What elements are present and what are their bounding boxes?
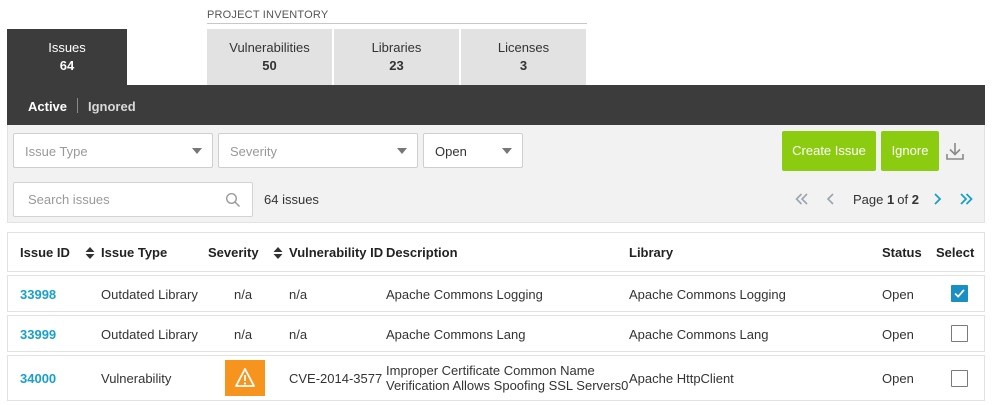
tab-issues-count: 64 xyxy=(59,58,75,73)
severity-value: n/a xyxy=(234,287,253,302)
table-row: 33998 Outdated Library n/a n/a Apache Co… xyxy=(7,275,985,312)
header-description[interactable]: Description xyxy=(386,245,458,260)
subtab-active[interactable]: Active xyxy=(28,99,67,114)
issue-id-link[interactable]: 33999 xyxy=(20,327,56,342)
select-checkbox[interactable] xyxy=(951,325,968,342)
vulnerability-id: n/a xyxy=(289,287,308,302)
search-input[interactable] xyxy=(15,184,220,215)
tab-vulnerabilities-count: 50 xyxy=(262,58,277,73)
chevron-down-icon xyxy=(397,148,407,154)
ignore-button[interactable]: Ignore xyxy=(881,131,939,171)
header-library[interactable]: Library xyxy=(629,245,673,260)
status: Open xyxy=(882,371,914,386)
tab-licenses[interactable]: Licenses 3 xyxy=(461,29,586,85)
vulnerability-id: CVE-2014-3577 xyxy=(289,371,383,386)
select-checkbox[interactable] xyxy=(951,285,968,302)
tab-licenses-count: 3 xyxy=(519,58,528,73)
double-chevron-right-icon[interactable] xyxy=(957,190,975,208)
severity-warning-badge xyxy=(225,360,265,396)
description-line-2: Verification Allows Spoofing SSL Servers… xyxy=(386,378,629,393)
header-issue-id[interactable]: Issue ID xyxy=(20,245,70,260)
chevron-left-icon[interactable] xyxy=(822,190,840,208)
issue-type-select[interactable]: Issue Type xyxy=(13,133,213,168)
issue-id-link[interactable]: 34000 xyxy=(20,371,56,386)
page-indicator: Page 1 of 2 xyxy=(853,192,919,207)
chevron-down-icon xyxy=(502,148,512,154)
issue-type-placeholder: Issue Type xyxy=(25,144,88,159)
search-icon[interactable] xyxy=(225,192,241,208)
issue-type: Vulnerability xyxy=(101,371,172,386)
tab-issues[interactable]: Issues 64 xyxy=(7,29,127,85)
current-page: 1 xyxy=(887,192,895,207)
vulnerability-id: n/a xyxy=(289,327,308,342)
project-inventory-title: PROJECT INVENTORY xyxy=(207,9,587,24)
download-icon[interactable] xyxy=(943,139,967,163)
warning-icon xyxy=(235,368,255,387)
header-status[interactable]: Status xyxy=(882,245,922,260)
tab-vulnerabilities[interactable]: Vulnerabilities 50 xyxy=(207,29,332,85)
header-issue-type[interactable]: Issue Type xyxy=(101,245,167,260)
tab-licenses-label: Licenses xyxy=(497,40,550,55)
issue-id-link[interactable]: 33998 xyxy=(20,287,56,302)
status-select-value: Open xyxy=(435,144,467,159)
tab-libraries-count: 23 xyxy=(389,58,404,73)
chevron-right-icon[interactable] xyxy=(928,190,946,208)
double-chevron-left-icon[interactable] xyxy=(793,190,811,208)
library: Apache Commons Lang xyxy=(629,327,769,342)
tab-libraries[interactable]: Libraries 23 xyxy=(334,29,459,85)
header-select: Select xyxy=(936,245,975,260)
tab-libraries-label: Libraries xyxy=(371,40,422,55)
page-prefix: Page xyxy=(853,192,884,207)
severity-value: n/a xyxy=(234,327,253,342)
subtab-divider xyxy=(77,98,78,113)
create-issue-button[interactable]: Create Issue xyxy=(782,131,876,171)
table-header: Issue ID Issue Type Severity Vulnerabili… xyxy=(7,232,985,272)
header-vulnerability-id[interactable]: Vulnerability ID xyxy=(289,245,383,260)
description-line-1: Improper Certificate Common Name xyxy=(386,363,595,378)
table-row: 33999 Outdated Library n/a n/a Apache Co… xyxy=(7,315,985,352)
tab-issues-label: Issues xyxy=(48,40,86,55)
library: Apache Commons Logging xyxy=(629,287,786,302)
sort-icon[interactable] xyxy=(273,246,283,260)
description: Apache Commons Lang xyxy=(386,327,526,342)
tab-vulnerabilities-label: Vulnerabilities xyxy=(229,40,310,55)
issue-type: Outdated Library xyxy=(101,327,198,342)
chevron-down-icon xyxy=(192,148,202,154)
status-select[interactable]: Open xyxy=(423,133,523,168)
issue-type: Outdated Library xyxy=(101,287,198,302)
issue-count: 64 issues xyxy=(264,192,319,207)
issue-filter-bar: Active Ignored xyxy=(7,85,985,125)
severity-placeholder: Severity xyxy=(230,144,277,159)
page-of: of xyxy=(897,192,909,207)
check-icon xyxy=(954,289,965,298)
search-field xyxy=(13,182,253,217)
header-severity[interactable]: Severity xyxy=(208,245,259,260)
status: Open xyxy=(882,327,914,342)
subtab-ignored[interactable]: Ignored xyxy=(88,99,136,114)
table-row: 34000 Vulnerability CVE-2014-3577 Improp… xyxy=(7,355,985,401)
library: Apache HttpClient xyxy=(629,371,734,386)
select-checkbox[interactable] xyxy=(951,370,968,387)
status: Open xyxy=(882,287,914,302)
total-pages: 2 xyxy=(911,192,919,207)
severity-select[interactable]: Severity xyxy=(218,133,418,168)
description: Apache Commons Logging xyxy=(386,287,543,302)
sort-icon[interactable] xyxy=(85,246,95,260)
